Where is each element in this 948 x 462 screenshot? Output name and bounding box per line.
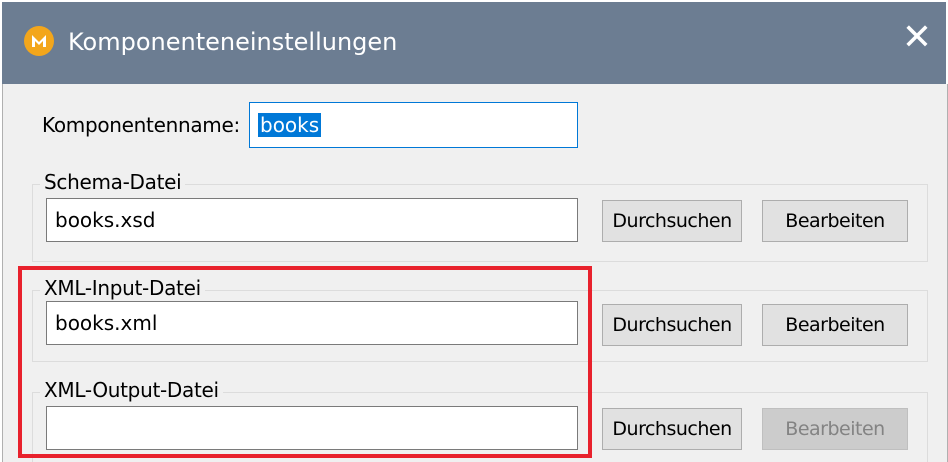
window-title: Komponenteneinstellungen — [68, 28, 398, 56]
component-name-input[interactable]: books — [249, 102, 578, 148]
xml-input-file-input[interactable]: books.xml — [46, 301, 578, 345]
schema-group-label: Schema-Datei — [40, 170, 186, 194]
schema-edit-button[interactable]: Bearbeiten — [762, 200, 908, 242]
xml-output-group-label: XML-Output-Datei — [40, 378, 223, 402]
close-icon[interactable]: ✕ — [902, 18, 932, 58]
xml-input-browse-button[interactable]: Durchsuchen — [602, 304, 742, 346]
app-icon — [24, 26, 54, 56]
schema-file-input[interactable]: books.xsd — [46, 198, 578, 242]
xml-output-edit-button: Bearbeiten — [762, 408, 908, 450]
schema-file-value: books.xsd — [55, 208, 156, 232]
xml-output-browse-button[interactable]: Durchsuchen — [602, 408, 742, 450]
component-name-value: books — [258, 113, 322, 137]
xml-input-group-label: XML-Input-Datei — [40, 276, 205, 300]
component-name-label: Komponentenname: — [42, 113, 240, 137]
title-bar: Komponenteneinstellungen ✕ — [2, 2, 946, 84]
xml-output-file-input[interactable] — [46, 406, 578, 450]
xml-input-file-value: books.xml — [55, 311, 158, 335]
schema-browse-button[interactable]: Durchsuchen — [602, 200, 742, 242]
xml-input-edit-button[interactable]: Bearbeiten — [762, 304, 908, 346]
